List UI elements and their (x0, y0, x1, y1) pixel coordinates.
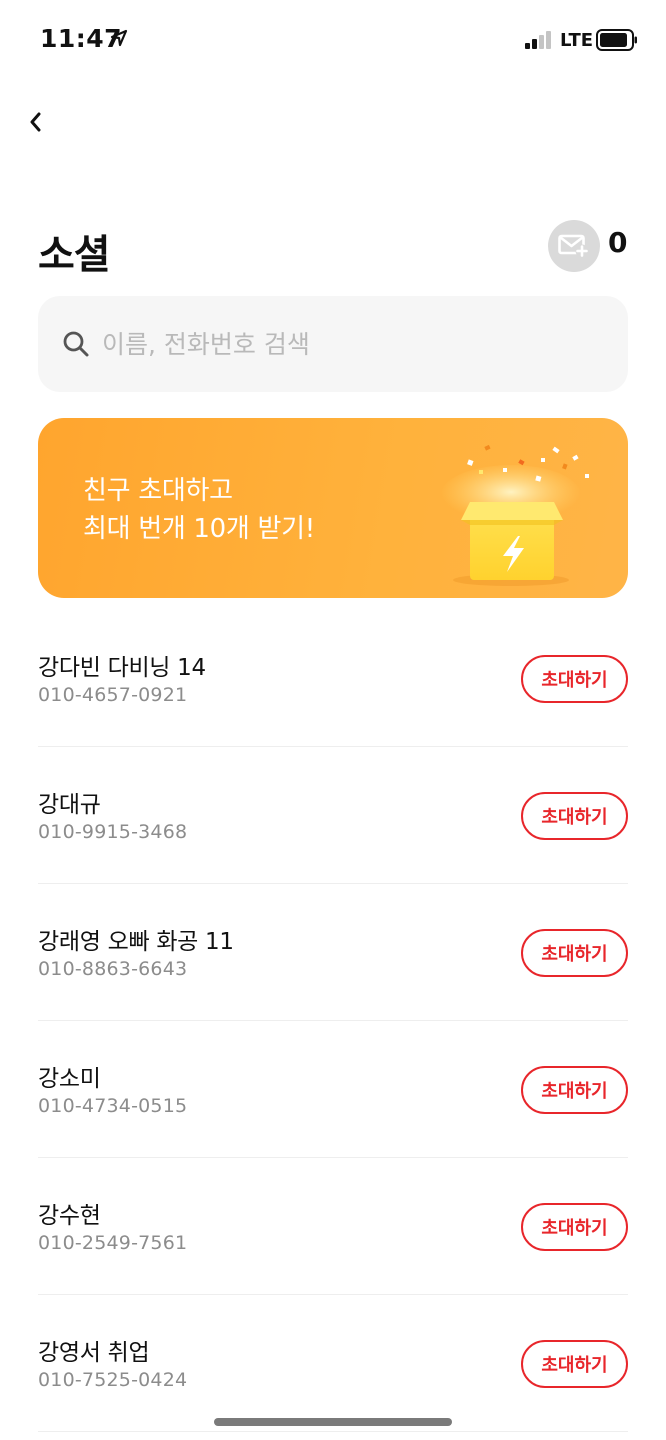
banner-line-1: 친구 초대하고 (83, 476, 233, 506)
contact-row: 강수현 010-2549-7561 초대하기 (38, 1158, 628, 1295)
contact-phone: 010-9915-3468 (38, 821, 188, 843)
invite-button[interactable]: 초대하기 (521, 929, 628, 977)
mail-add-icon (558, 234, 589, 258)
invite-button[interactable]: 초대하기 (521, 1203, 628, 1251)
page-title: 소셜 (38, 232, 111, 278)
invite-promo-banner[interactable]: 친구 초대하고 최대 번개 10개 받기! (38, 418, 628, 598)
search-icon (63, 331, 89, 357)
contact-row: 강대규 010-9915-3468 초대하기 (38, 747, 628, 884)
search-input[interactable] (102, 329, 582, 359)
home-indicator[interactable] (214, 1418, 452, 1426)
contact-phone: 010-4657-0921 (38, 684, 188, 706)
contact-phone: 010-8863-6643 (38, 958, 188, 980)
contact-list: 강다빈 다비닝 14 010-4657-0921 초대하기 강대규 010-99… (38, 610, 628, 1432)
contact-row: 강영서 취업 010-7525-0424 초대하기 (38, 1295, 628, 1432)
invite-button[interactable]: 초대하기 (521, 1066, 628, 1114)
signal-icon (525, 31, 551, 49)
mail-count: 0 (608, 226, 628, 259)
contact-row: 강소미 010-4734-0515 초대하기 (38, 1021, 628, 1158)
contact-name: 강다빈 다비닝 14 (38, 655, 206, 681)
invite-button[interactable]: 초대하기 (521, 1340, 628, 1388)
search-bar[interactable] (38, 296, 628, 392)
network-label: LTE (560, 30, 594, 51)
contact-row: 강다빈 다비닝 14 010-4657-0921 초대하기 (38, 610, 628, 747)
contact-row: 강래영 오빠 화공 11 010-8863-6643 초대하기 (38, 884, 628, 1021)
gift-box-icon (441, 444, 589, 586)
contact-name: 강수현 (38, 1203, 101, 1229)
banner-text: 친구 초대하고 최대 번개 10개 받기! (83, 472, 315, 548)
contact-name: 강소미 (38, 1066, 101, 1092)
back-chevron-icon (30, 112, 41, 132)
battery-icon (596, 29, 637, 51)
contact-name: 강영서 취업 (38, 1340, 150, 1366)
status-bar: 11:47 LTE (0, 0, 666, 80)
contact-name: 강래영 오빠 화공 11 (38, 929, 234, 955)
contact-name: 강대규 (38, 792, 101, 818)
contact-phone: 010-4734-0515 (38, 1095, 188, 1117)
contact-phone: 010-2549-7561 (38, 1232, 188, 1254)
invite-button[interactable]: 초대하기 (521, 655, 628, 703)
location-arrow-icon (110, 29, 128, 47)
back-button[interactable] (22, 108, 50, 136)
banner-line-2: 최대 번개 10개 받기! (83, 514, 315, 544)
mail-button[interactable] (548, 220, 600, 272)
invite-button[interactable]: 초대하기 (521, 792, 628, 840)
contact-phone: 010-7525-0424 (38, 1369, 188, 1391)
